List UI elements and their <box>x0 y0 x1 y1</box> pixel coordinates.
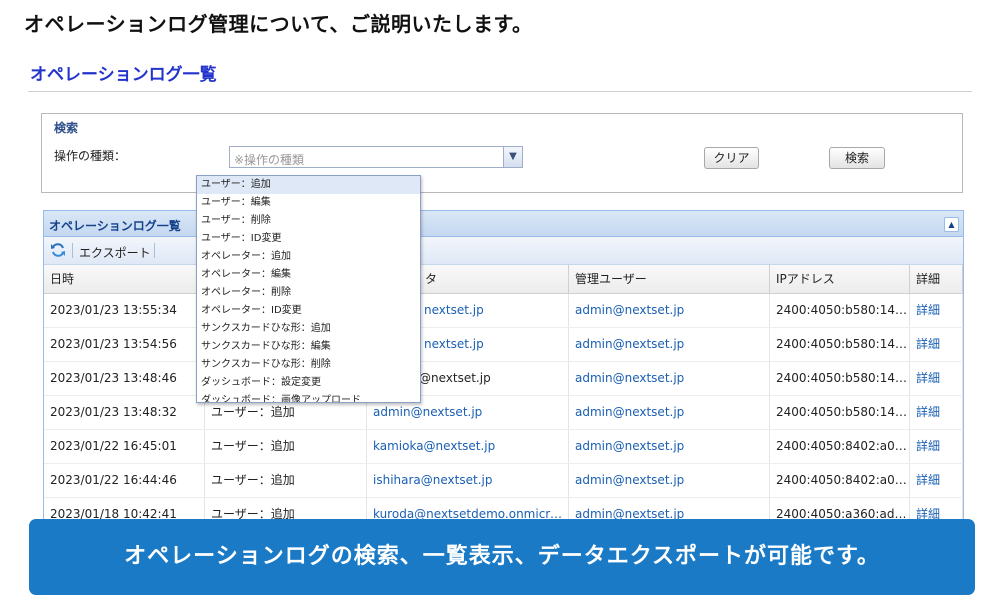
cell-admin-user: admin@nextset.jp <box>569 362 770 395</box>
cell-detail-link[interactable]: 詳細 <box>910 430 963 463</box>
dropdown-option[interactable]: サンクスカードひな形：編集 <box>197 338 420 356</box>
cell-ip-address: 2400:4050:8402:a00:c… <box>770 430 910 463</box>
column-header-ip-address[interactable]: IPアドレス <box>770 265 910 293</box>
dropdown-option[interactable]: ユーザー：編集 <box>197 194 420 212</box>
column-header-detail[interactable]: 詳細 <box>910 265 963 293</box>
search-panel: 検索 操作の種類： ※操作の種類 ▼ クリア 検索 <box>41 113 963 193</box>
column-header-target-label: タ <box>425 272 438 286</box>
dropdown-option[interactable]: ダッシュボード：設定変更 <box>197 374 420 392</box>
cell-datetime: 2023/01/23 13:55:34 <box>44 294 205 327</box>
column-header-datetime[interactable]: 日時 <box>44 265 205 293</box>
cell-detail-link[interactable]: 詳細 <box>910 396 963 429</box>
operation-type-label: 操作の種類： <box>54 149 127 163</box>
export-button[interactable]: エクスポート <box>79 244 151 261</box>
title-divider <box>28 91 972 92</box>
dropdown-option[interactable]: ユーザー：追加 <box>197 176 420 194</box>
grid-title: オペレーションログ一覧 <box>49 219 181 233</box>
table-row[interactable]: 2023/01/23 13:55:34 nextset.jp admin@nexts… <box>44 294 963 328</box>
grid-header: オペレーションログ一覧 ▲ <box>44 211 963 237</box>
cell-ip-address: 2400:4050:b580:1400:… <box>770 294 910 327</box>
operation-type-combobox[interactable]: ※操作の種類 ▼ <box>229 146 523 168</box>
grid-toolbar: エクスポート <box>44 237 963 265</box>
dropdown-option[interactable]: オペレーター：ID変更 <box>197 302 420 320</box>
cell-ip-address: 2400:4050:8402:a00:c… <box>770 464 910 497</box>
dropdown-option[interactable]: サンクスカードひな形：追加 <box>197 320 420 338</box>
feature-banner: オペレーションログの検索、一覧表示、データエクスポートが可能です。 <box>29 519 975 595</box>
dropdown-option[interactable]: オペレーター：編集 <box>197 266 420 284</box>
cell-datetime: 2023/01/22 16:44:46 <box>44 464 205 497</box>
cell-detail-link[interactable]: 詳細 <box>910 294 963 327</box>
column-header-admin-user[interactable]: 管理ユーザー <box>569 265 770 293</box>
cell-target: kamioka@nextset.jp <box>367 430 569 463</box>
cell-datetime: 2023/01/22 16:45:01 <box>44 430 205 463</box>
cell-admin-user: admin@nextset.jp <box>569 430 770 463</box>
cell-datetime: 2023/01/23 13:54:56 <box>44 328 205 361</box>
dropdown-option[interactable]: サンクスカードひな形：削除 <box>197 356 420 374</box>
page-heading: オペレーションログ管理について、ご説明いたします。 <box>24 12 533 36</box>
table-row[interactable]: 2023/01/23 13:48:46 @nextset.jp admin@next… <box>44 362 963 396</box>
cell-admin-user: admin@nextset.jp <box>569 294 770 327</box>
dropdown-option[interactable]: オペレーター：追加 <box>197 248 420 266</box>
search-panel-title: 検索 <box>54 121 79 135</box>
cell-admin-user: admin@nextset.jp <box>569 464 770 497</box>
dropdown-option[interactable]: オペレーター：削除 <box>197 284 420 302</box>
dropdown-option[interactable]: ユーザー：ID変更 <box>197 230 420 248</box>
cell-operation: ユーザー：追加 <box>205 430 367 463</box>
cell-detail-link[interactable]: 詳細 <box>910 362 963 395</box>
cell-ip-address: 2400:4050:b580:1400:… <box>770 328 910 361</box>
table-row[interactable]: 2023/01/22 16:44:46 ユーザー：追加 ishihara@nexts… <box>44 464 963 498</box>
grid-body: 2023/01/23 13:55:34 nextset.jp admin@nexts… <box>44 294 963 529</box>
chevron-down-icon[interactable]: ▼ <box>503 147 522 167</box>
search-button[interactable]: 検索 <box>829 147 885 169</box>
clear-button[interactable]: クリア <box>704 147 759 169</box>
table-row[interactable]: 2023/01/22 16:45:01 ユーザー：追加 kamioka@nextse… <box>44 430 963 464</box>
collapse-icon[interactable]: ▲ <box>944 217 959 232</box>
operation-type-placeholder[interactable]: ※操作の種類 <box>234 151 304 168</box>
cell-admin-user: admin@nextset.jp <box>569 396 770 429</box>
table-row[interactable]: 2023/01/23 13:48:32 ユーザー：追加 admin@nextset.… <box>44 396 963 430</box>
cell-ip-address: 2400:4050:b580:1400:… <box>770 362 910 395</box>
operation-type-dropdown-list: ユーザー：追加 ユーザー：編集 ユーザー：削除 ユーザー：ID変更 オペレーター：追加オ… <box>196 175 421 403</box>
refresh-icon[interactable] <box>50 242 66 258</box>
toolbar-separator <box>154 243 155 258</box>
operation-log-grid: オペレーションログ一覧 ▲ エクスポート 日時 タ 管理ユーザー IPアドレス … <box>43 210 964 530</box>
cell-detail-link[interactable]: 詳細 <box>910 328 963 361</box>
page-title: オペレーションログ一覧 <box>30 65 217 85</box>
column-header-row: 日時 タ 管理ユーザー IPアドレス 詳細 <box>44 265 963 294</box>
dropdown-option[interactable]: ダッシュボード：画像アップロード <box>197 392 420 402</box>
cell-admin-user: admin@nextset.jp <box>569 328 770 361</box>
cell-target: ishihara@nextset.jp <box>367 464 569 497</box>
dropdown-option[interactable]: ユーザー：削除 <box>197 212 420 230</box>
cell-datetime: 2023/01/23 13:48:32 <box>44 396 205 429</box>
toolbar-separator <box>72 243 73 258</box>
cell-ip-address: 2400:4050:b580:1400:… <box>770 396 910 429</box>
cell-detail-link[interactable]: 詳細 <box>910 464 963 497</box>
table-row[interactable]: 2023/01/23 13:54:56 nextset.jp admin@nexts… <box>44 328 963 362</box>
cell-datetime: 2023/01/23 13:48:46 <box>44 362 205 395</box>
cell-operation: ユーザー：追加 <box>205 464 367 497</box>
